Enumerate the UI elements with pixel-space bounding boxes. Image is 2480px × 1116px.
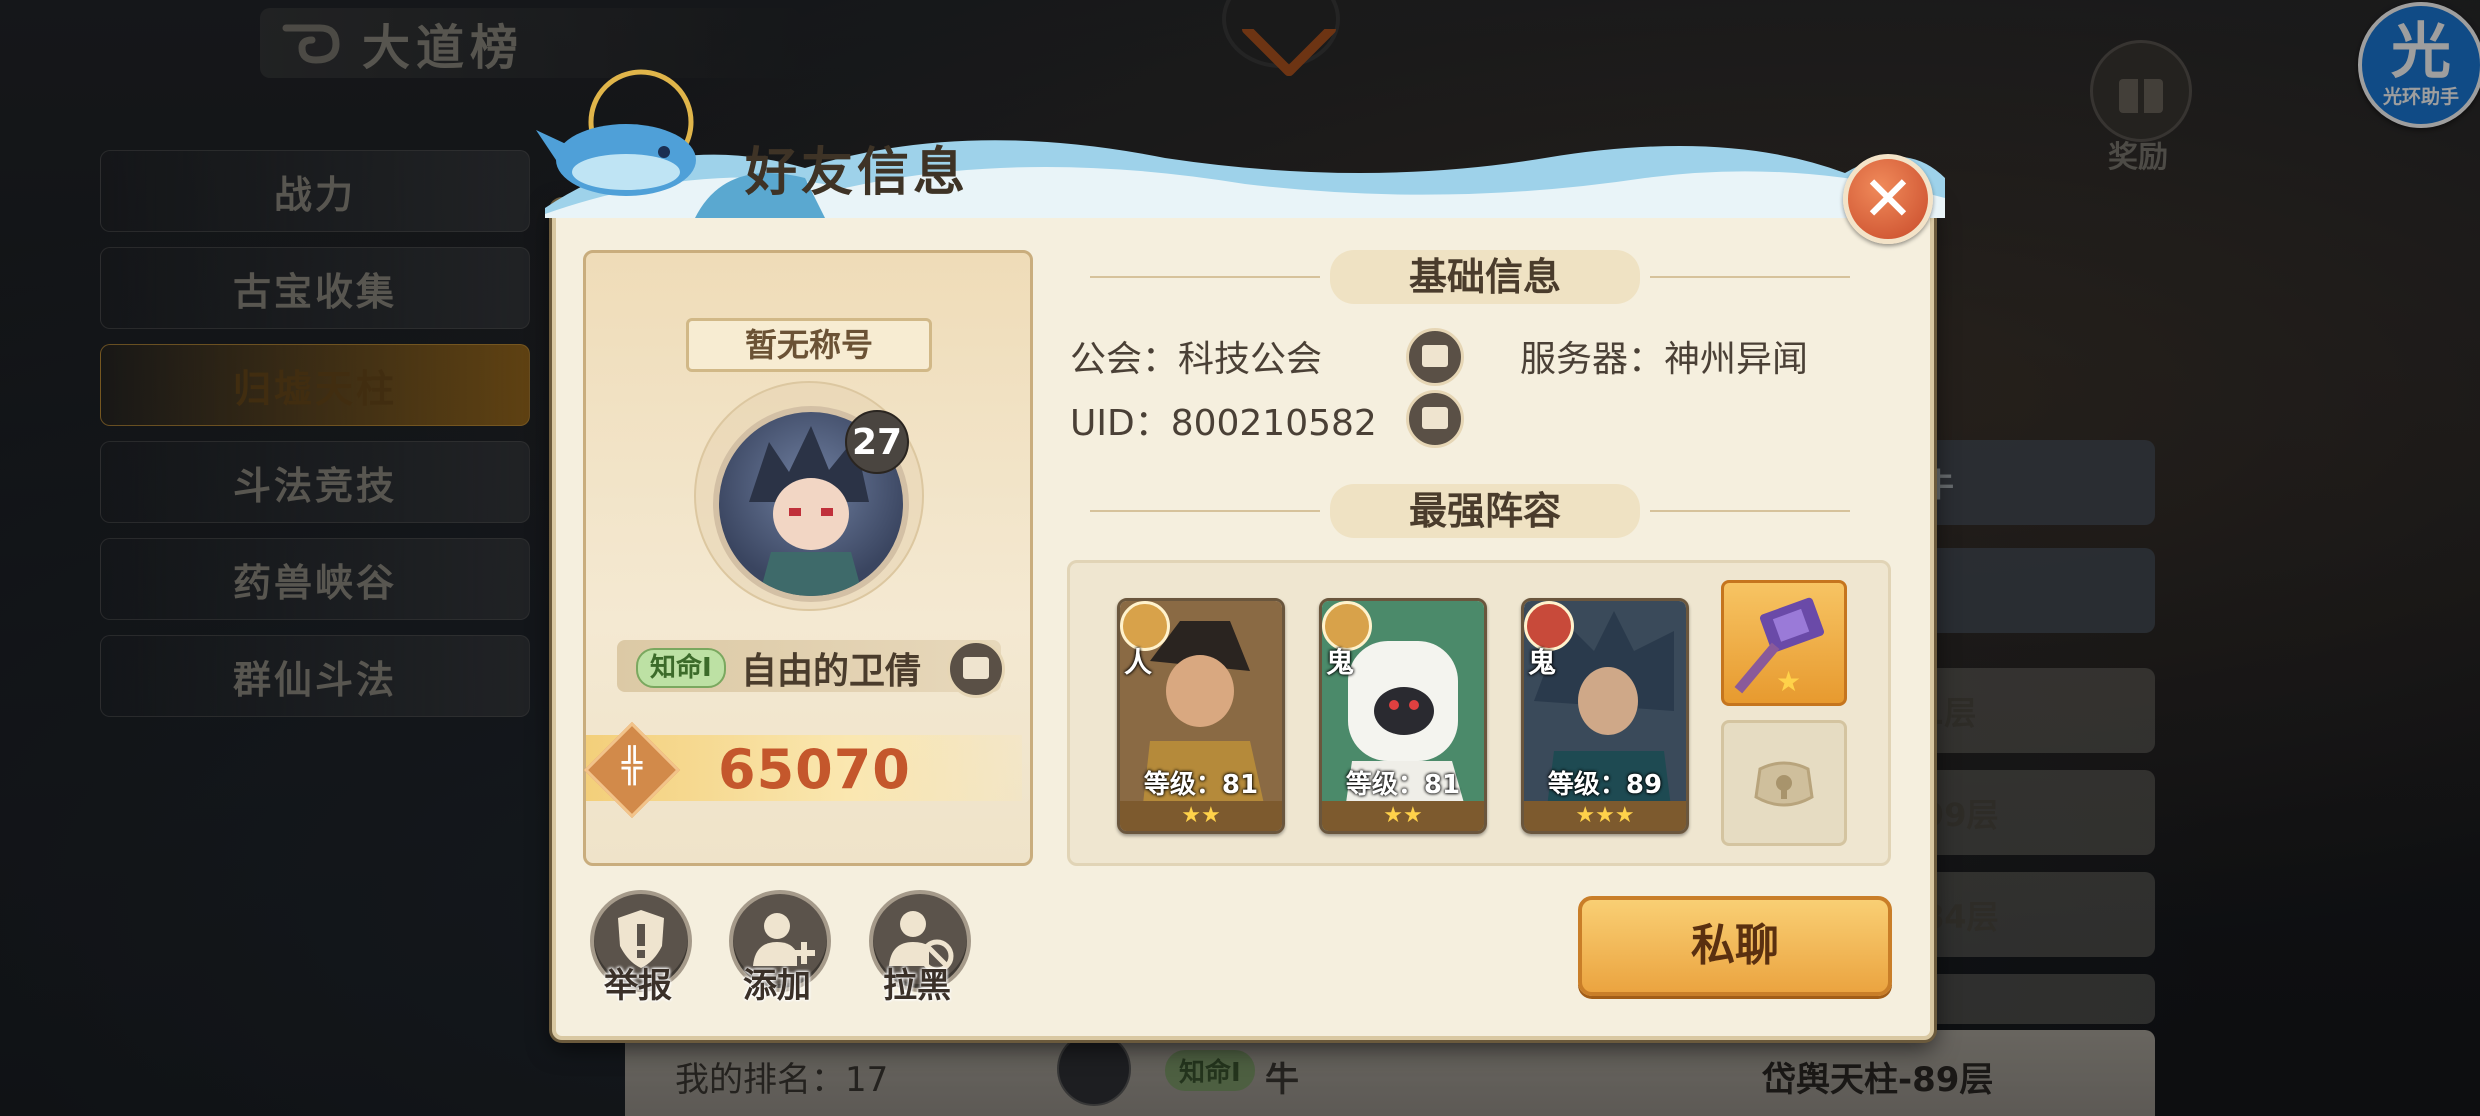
- hero-card[interactable]: 鬼 等级：89 ★★★: [1521, 598, 1689, 834]
- player-level-badge: 27: [845, 410, 909, 474]
- copy-uid-icon[interactable]: [1406, 390, 1464, 448]
- hero-race: 鬼: [1326, 646, 1355, 679]
- hero-level: 等级：81: [1143, 770, 1259, 800]
- divider: [1650, 510, 1850, 512]
- lineup-heading: 最强阵容: [1330, 484, 1640, 538]
- hero-race: 人: [1124, 646, 1153, 679]
- basic-info-heading: 基础信息: [1330, 250, 1640, 304]
- hero-level: 等级：89: [1547, 770, 1663, 800]
- report-label: 举报: [604, 966, 672, 1006]
- hero-stars: ★★: [1120, 801, 1282, 831]
- copy-name-icon[interactable]: [947, 640, 1005, 698]
- uid-info: UID：800210582: [1070, 403, 1377, 444]
- add-label: 添加: [743, 966, 811, 1006]
- hero-stars: ★★★: [1524, 801, 1686, 831]
- block-label: 拉黑: [883, 966, 951, 1006]
- divider: [1090, 276, 1320, 278]
- empty-artifact-slot[interactable]: [1721, 720, 1847, 846]
- report-button[interactable]: 举报: [590, 890, 692, 1007]
- close-icon: ✕: [1862, 162, 1914, 235]
- hero-race: 鬼: [1528, 646, 1557, 679]
- copy-guild-icon[interactable]: [1406, 328, 1464, 386]
- svg-text:★: ★: [1776, 665, 1801, 698]
- hero-stars: ★★: [1322, 801, 1484, 831]
- divider: [1650, 276, 1850, 278]
- private-chat-button[interactable]: 私聊: [1578, 896, 1892, 996]
- artifact-slot[interactable]: ★: [1721, 580, 1847, 706]
- block-button[interactable]: 拉黑: [869, 890, 971, 1007]
- power-value: 65070: [718, 738, 911, 801]
- player-title-tag: 暂无称号: [686, 318, 932, 372]
- hero-level: 等级：81: [1345, 770, 1461, 800]
- guild-info: 公会：科技公会: [1070, 339, 1323, 380]
- hero-card[interactable]: 鬼 等级：81 ★★: [1319, 598, 1487, 834]
- hammer-artifact-icon: ★: [1734, 597, 1825, 698]
- whale-mascot-icon: [536, 69, 696, 196]
- hero-card[interactable]: 人 等级：81 ★★: [1117, 598, 1285, 834]
- close-button[interactable]: ✕: [1843, 154, 1933, 244]
- divider: [1090, 510, 1320, 512]
- player-realm-tag: 知命Ⅰ: [636, 648, 726, 688]
- dialog-title: 好友信息: [745, 143, 970, 203]
- add-friend-button[interactable]: 添加: [729, 890, 831, 1007]
- server-info: 服务器：神州异闻: [1520, 339, 1809, 380]
- lock-slot-icon: [1754, 761, 1814, 807]
- player-name: 自由的卫倩: [741, 651, 922, 692]
